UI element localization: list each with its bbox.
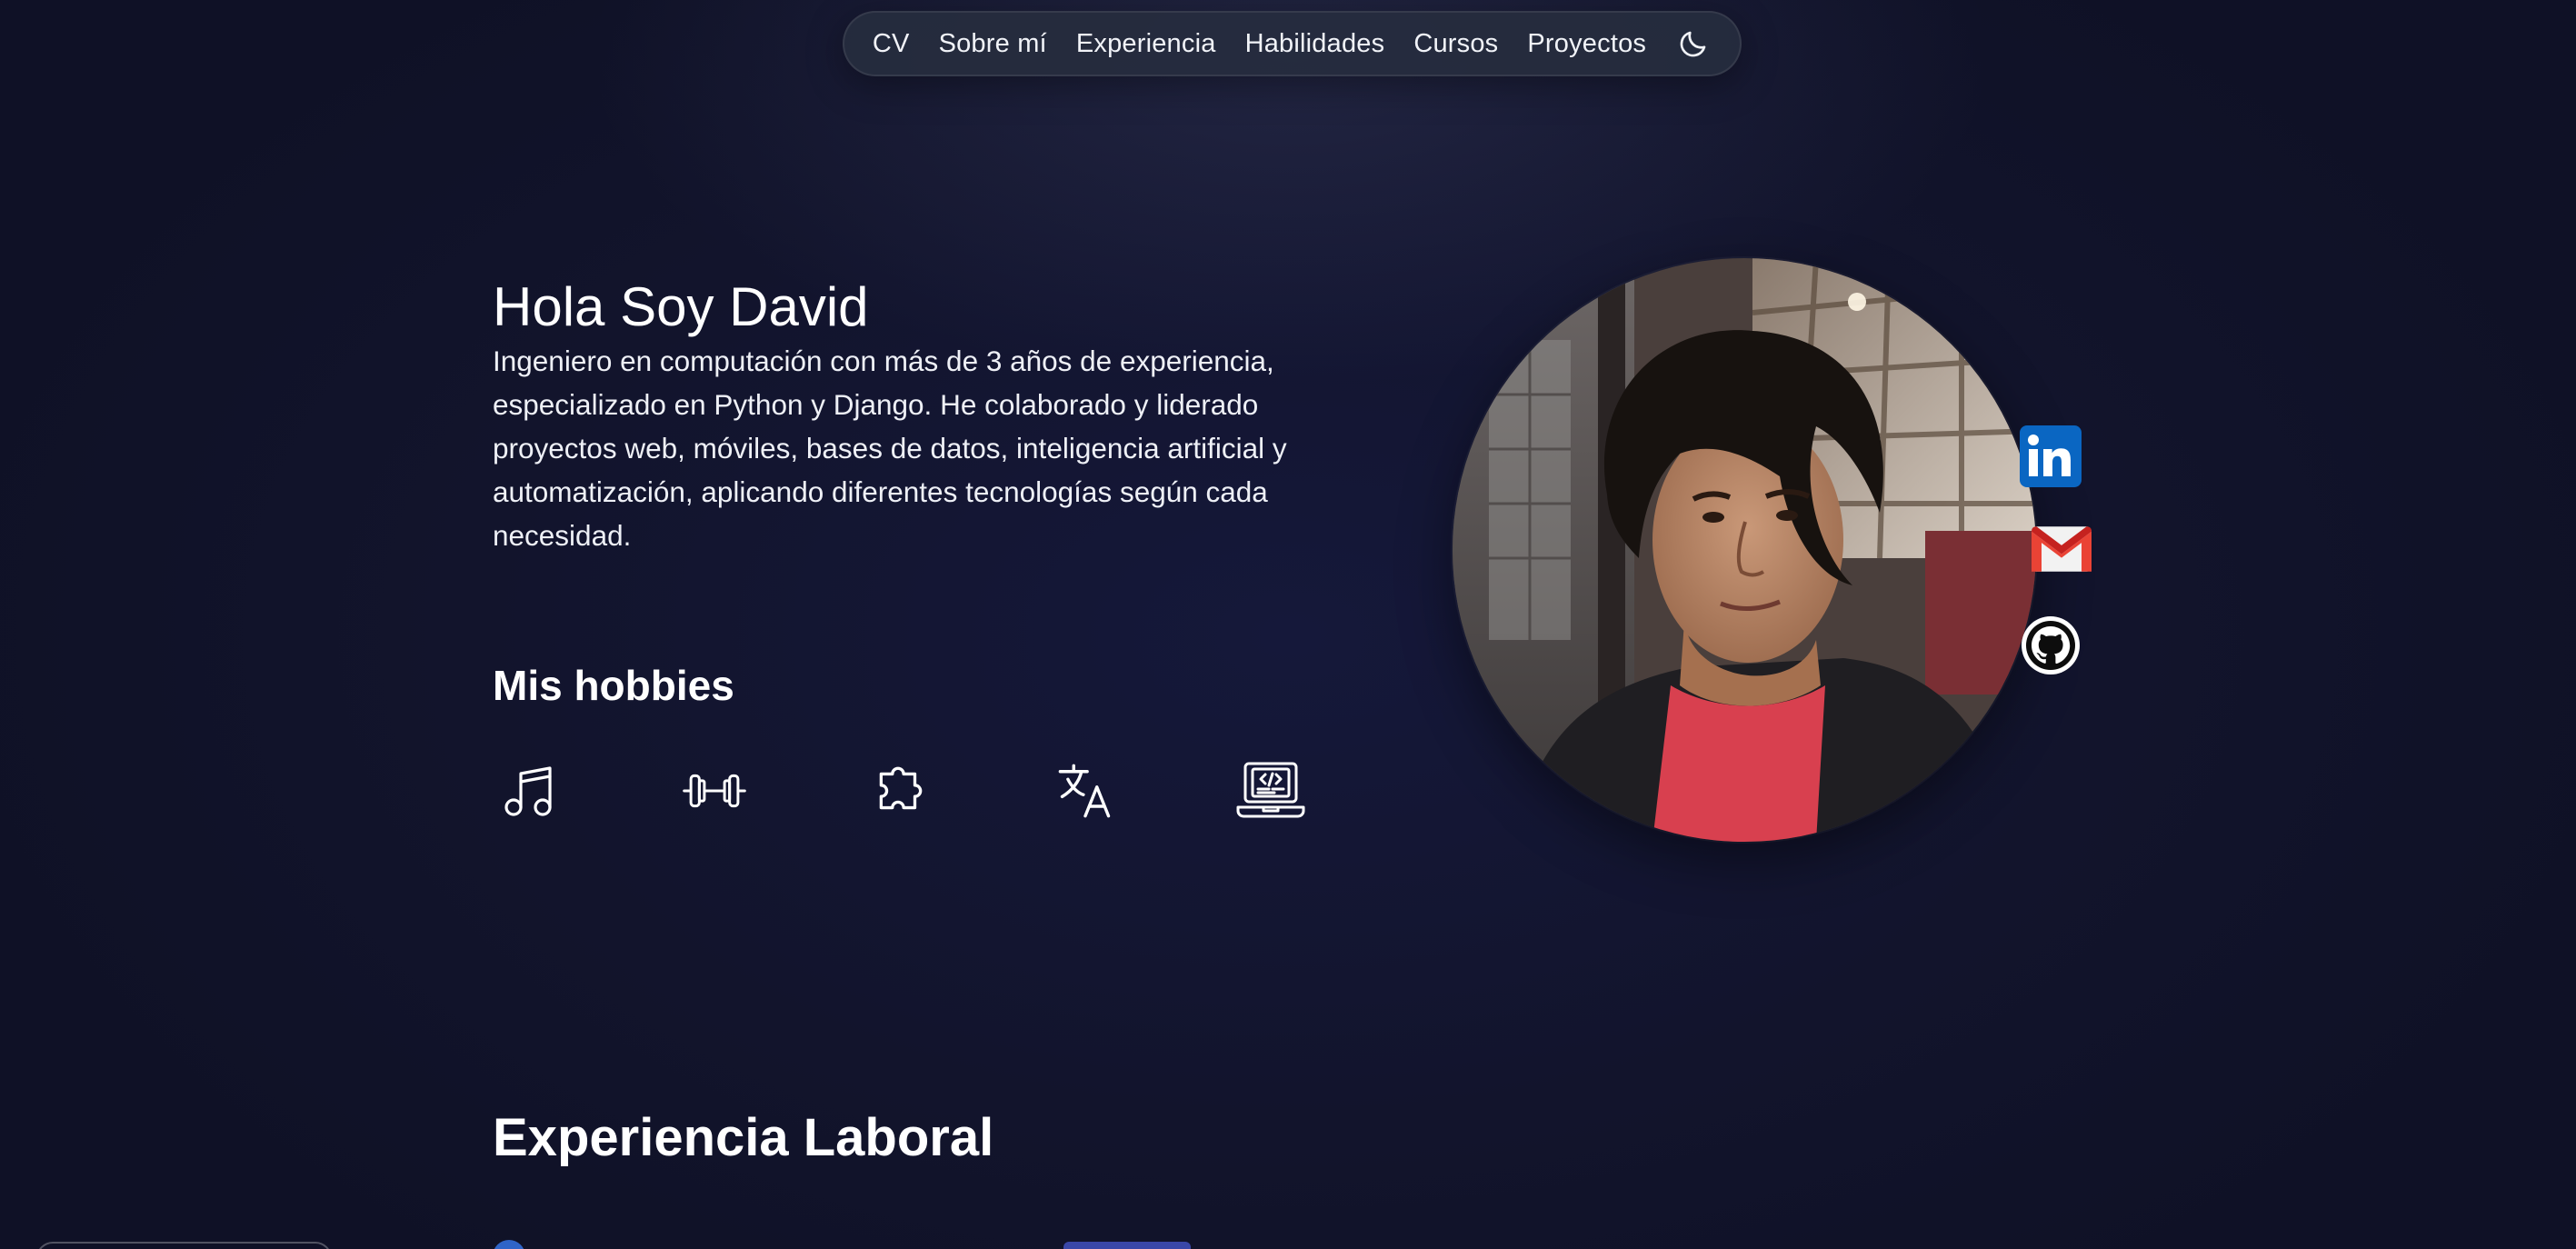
hobby-puzzle [864, 756, 936, 825]
hero-title: Hola Soy David [493, 276, 869, 337]
hobbies-title: Mis hobbies [493, 662, 734, 709]
nav-item-habilidades[interactable]: Habilidades [1245, 29, 1385, 59]
profile-photo-illustration [1453, 258, 2036, 842]
bottom-left-widget[interactable] [36, 1242, 332, 1249]
experience-badge [1063, 1242, 1191, 1249]
nav-item-cursos[interactable]: Cursos [1413, 29, 1498, 59]
nav-item-cv[interactable]: CV [873, 29, 910, 59]
gmail-icon [2032, 526, 2092, 572]
hobby-gym [678, 756, 751, 825]
github-icon [2022, 616, 2080, 674]
music-note-icon [504, 766, 552, 816]
hobby-languages [1049, 756, 1122, 825]
puzzle-piece-icon [879, 766, 923, 810]
gmail-link[interactable] [2031, 525, 2092, 573]
moon-icon [1680, 31, 1706, 57]
nav-item-sobre-mi[interactable]: Sobre mí [939, 29, 1047, 59]
top-navigation: CV Sobre mí Experiencia Habilidades Curs… [843, 11, 1742, 76]
translate-icon [1058, 764, 1111, 818]
portfolio-page: CV Sobre mí Experiencia Habilidades Curs… [0, 0, 2576, 1249]
linkedin-icon [2020, 425, 2082, 487]
theme-toggle-button[interactable] [1675, 25, 1712, 62]
linkedin-link[interactable] [2020, 425, 2082, 487]
experience-section-title: Experiencia Laboral [493, 1108, 994, 1167]
hobby-music [493, 756, 565, 825]
hero-description: Ingeniero en computación con más de 3 añ… [493, 345, 1287, 552]
github-link[interactable] [2020, 615, 2082, 676]
timeline-marker [493, 1240, 525, 1249]
nav-item-proyectos[interactable]: Proyectos [1527, 29, 1646, 59]
laptop-code-icon [1236, 762, 1305, 818]
nav-item-experiencia[interactable]: Experiencia [1076, 29, 1216, 59]
dumbbell-icon [683, 774, 746, 808]
hobby-programming [1234, 756, 1307, 825]
profile-photo [1453, 258, 2036, 842]
